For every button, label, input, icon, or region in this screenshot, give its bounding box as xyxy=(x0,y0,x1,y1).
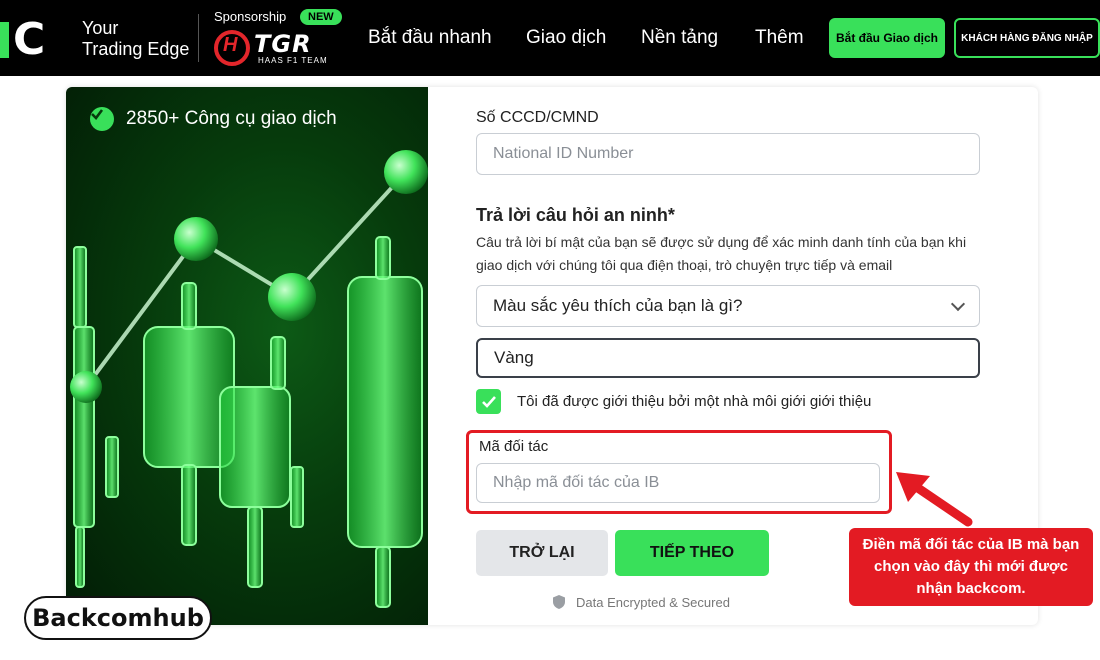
security-answer-input[interactable]: Vàng xyxy=(476,338,980,378)
partner-code-highlight xyxy=(466,430,892,514)
security-question-title: Trả lời câu hỏi an ninh* xyxy=(476,205,675,225)
annotation-callout: Điền mã đối tác của IB mà bạn chọn vào đ… xyxy=(849,528,1093,606)
tagline-line2: Trading Edge xyxy=(82,39,190,59)
nav-more[interactable]: Thêm xyxy=(755,27,804,49)
sponsor-logo-text: TGR xyxy=(254,30,312,58)
new-badge: NEW xyxy=(300,9,342,25)
check-circle-icon xyxy=(90,107,114,131)
client-login-button[interactable]: KHÁCH HÀNG ĐĂNG NHẬP xyxy=(954,18,1100,58)
data-secured-text: Data Encrypted & Secured xyxy=(576,594,730,610)
candlestick-illustration xyxy=(70,150,428,608)
security-answer-value: Vàng xyxy=(494,348,534,367)
sponsor-logo[interactable]: H TGR HAAS F1 TEAM xyxy=(214,28,342,68)
top-navigation-bar: C Your Trading Edge Sponsorship NEW H TG… xyxy=(0,0,1100,76)
back-button[interactable]: TRỞ LẠI xyxy=(476,530,608,576)
start-trading-button[interactable]: Bắt đầu Giao dịch xyxy=(829,18,945,58)
chevron-down-icon xyxy=(950,296,966,311)
data-secured-note: Data Encrypted & Secured xyxy=(552,594,730,610)
sponsor-logo-subtext: HAAS F1 TEAM xyxy=(258,56,328,65)
nav-platforms[interactable]: Nền tảng xyxy=(641,27,718,49)
watermark-logo: Backcomhub xyxy=(24,596,212,640)
brand-tagline: Your Trading Edge xyxy=(82,18,189,60)
nav-quick-start[interactable]: Bắt đầu nhanh xyxy=(368,27,492,49)
security-help-text: Câu trả lời bí mật của bạn sẽ được sử dụ… xyxy=(476,234,967,273)
hero-badge: 2850+ Công cụ giao dịch xyxy=(90,107,337,131)
tagline-line1: Your xyxy=(82,18,119,38)
referred-by-ib-label: Tôi đã được giới thiệu bởi một nhà môi g… xyxy=(517,393,872,410)
referred-by-ib-checkbox[interactable] xyxy=(476,389,501,414)
haas-h-icon: H xyxy=(223,34,238,56)
hero-badge-text: 2850+ Công cụ giao dịch xyxy=(126,108,337,129)
brand-logo[interactable]: C xyxy=(0,14,45,65)
national-id-input[interactable] xyxy=(476,133,980,175)
national-id-label: Số CCCD/CMND xyxy=(476,109,599,126)
header-divider xyxy=(198,14,199,62)
checkmark-icon xyxy=(481,395,496,408)
security-question-value: Màu sắc yêu thích của bạn là gì? xyxy=(493,296,743,315)
sponsorship-label: Sponsorship xyxy=(214,9,287,24)
hero-panel: 2850+ Công cụ giao dịch xyxy=(66,87,428,625)
security-question-select[interactable]: Màu sắc yêu thích của bạn là gì? xyxy=(476,285,980,327)
next-button[interactable]: TIẾP THEO xyxy=(615,530,769,576)
pointer-arrow-icon xyxy=(896,472,973,527)
shield-icon xyxy=(553,595,565,609)
nav-trading[interactable]: Giao dịch xyxy=(526,27,606,49)
